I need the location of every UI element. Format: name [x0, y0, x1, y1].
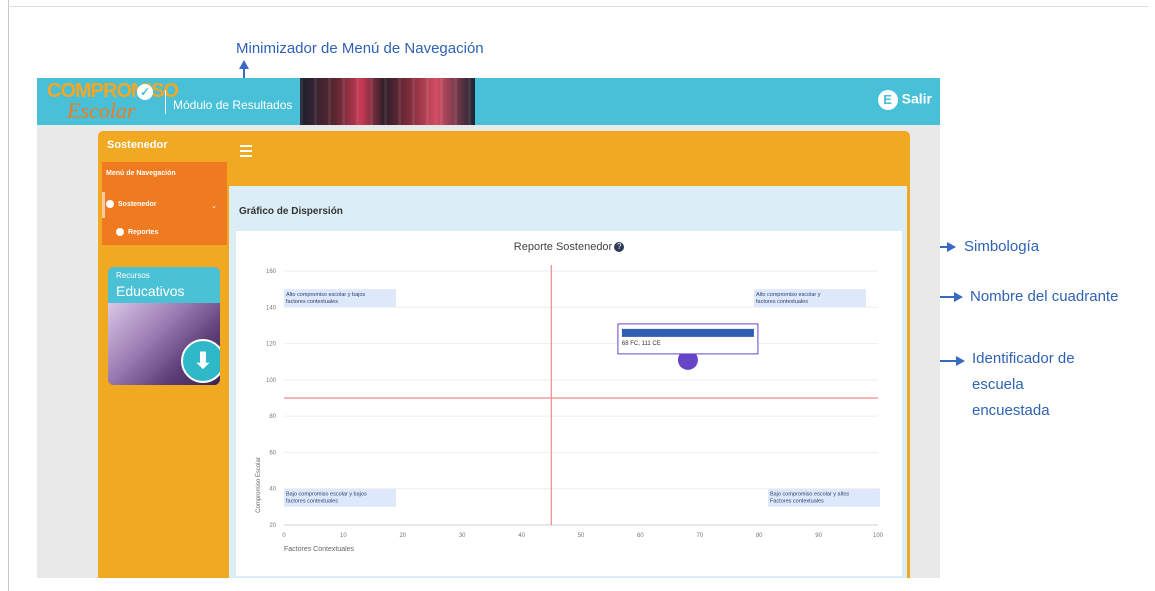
tooltip-label: 68 FC, 111 CE [622, 341, 661, 347]
x-tick-label: 90 [815, 533, 822, 539]
nav-active-indicator [102, 192, 105, 218]
x-tick-label: 20 [399, 533, 406, 539]
y-tick-label: 80 [269, 414, 276, 420]
y-tick-label: 160 [266, 269, 277, 275]
x-tick-label: 10 [340, 533, 347, 539]
chevron-down-icon[interactable]: ⌄ [211, 202, 217, 210]
x-tick-label: 70 [696, 533, 703, 539]
x-tick-label: 0 [282, 533, 286, 539]
annotation-arrowhead-quadrant [954, 292, 963, 302]
help-icon[interactable]: ? [614, 242, 625, 253]
main-panel: Sostenedor Menú de Navegación Sostenedor… [98, 131, 910, 578]
logout-icon: E [877, 90, 898, 110]
module-title: Módulo de Resultados [173, 98, 293, 112]
quadrant-bottom-right-label: Factores contextuales [770, 499, 824, 505]
sidebar-item-sostenedor[interactable]: Sostenedor [106, 200, 157, 208]
x-tick-label: 30 [459, 533, 466, 539]
annotation-legend-symbol: Simbología [964, 238, 1040, 255]
annotation-school-line1: Identificador de [972, 350, 1075, 367]
annotation-arrowhead-minimizer [239, 60, 249, 69]
resources-line2: Educativos [116, 283, 185, 299]
logout-button[interactable]: E Salir [877, 90, 932, 110]
y-tick-label: 40 [269, 487, 276, 493]
logo-line2: Escolar [67, 98, 136, 123]
quadrant-top-left-label: Alto compromiso escolar y bajos [286, 292, 365, 298]
sidebar-item-label: Sostenedor [118, 200, 157, 208]
quadrant-bottom-right-label: Bajo compromiso escolar y altos [770, 492, 849, 498]
report-icon [116, 228, 124, 236]
annotation-school-line2: escuela [972, 376, 1024, 393]
download-icon[interactable]: ⬇ [181, 339, 220, 383]
scatter-chart: 20 40 60 80 100 120 140 160 0 10 20 30 40 50 60 70 80 90 1… [256, 265, 884, 553]
logout-label: Salir [901, 90, 932, 107]
y-tick-label: 60 [269, 450, 276, 456]
y-tick-label: 120 [266, 342, 277, 348]
y-tick-label: 20 [269, 523, 276, 529]
resources-header: Recursos Educativos [108, 267, 220, 303]
chart-title-container: Reporte Sostenedor? [236, 241, 902, 253]
y-tick-label: 140 [266, 305, 277, 311]
frame-border [8, 0, 9, 591]
sidebar-nav: Menú de Navegación Sostenedor ⌄ Reportes [102, 162, 227, 245]
menu-minimizer-button[interactable] [240, 145, 252, 157]
chart-title: Reporte Sostenedor [513, 241, 613, 253]
frame-top-border [8, 6, 1148, 7]
annotation-arrowhead-legend [947, 242, 956, 252]
x-tick-label: 100 [873, 533, 884, 539]
annotation-menu-minimizer: Minimizador de Menú de Navegación [236, 40, 484, 57]
x-axis-label: Factores Contextuales [284, 546, 355, 553]
sidebar-item-reportes[interactable]: Reportes [116, 228, 158, 236]
content-area: Gráfico de Dispersión 20 40 60 80 100 120 140 1… [229, 186, 907, 578]
resources-line1: Recursos [116, 271, 150, 280]
quadrant-top-right-label: Alto compromiso escolar y [756, 292, 821, 298]
x-tick-label: 80 [756, 533, 763, 539]
x-tick-label: 40 [518, 533, 525, 539]
quadrant-bottom-left-label: Bajo compromiso escolar y bajos [286, 492, 367, 498]
y-tick-label: 100 [266, 378, 277, 384]
sidebar-item-label: Reportes [128, 228, 159, 236]
tooltip-highlight [621, 328, 754, 337]
app-screenshot: COMPROMISO Escolar ✓ Módulo de Resultado… [37, 78, 940, 578]
chart-card: 20 40 60 80 100 120 140 160 0 10 20 30 40 50 60 70 80 90 1… [236, 231, 902, 576]
tooltip-box [617, 323, 759, 355]
quadrant-top-left-label: factores contextuales [286, 299, 338, 305]
logo-check-icon: ✓ [137, 84, 153, 100]
annotation-school-line3: encuestada [972, 402, 1050, 419]
user-icon [106, 200, 114, 208]
resources-card[interactable]: Recursos Educativos ⬇ [108, 267, 220, 385]
x-tick-label: 50 [578, 533, 585, 539]
header-separator [165, 90, 166, 114]
nav-heading: Menú de Navegación [106, 170, 176, 177]
x-tick-label: 60 [637, 533, 644, 539]
quadrant-top-right-label: factores contextuales [756, 299, 808, 305]
header-banner-image [300, 78, 475, 125]
quadrant-bottom-left-label: factores contextuales [286, 499, 338, 505]
section-title: Gráfico de Dispersión [239, 206, 343, 217]
panel-title: Sostenedor [107, 139, 168, 151]
annotation-arrowhead-school [956, 356, 965, 366]
annotation-quadrant-name: Nombre del cuadrante [970, 288, 1119, 305]
top-bar: COMPROMISO Escolar ✓ Módulo de Resultado… [37, 78, 940, 125]
y-axis-label: Compromiso Escolar [256, 457, 262, 513]
